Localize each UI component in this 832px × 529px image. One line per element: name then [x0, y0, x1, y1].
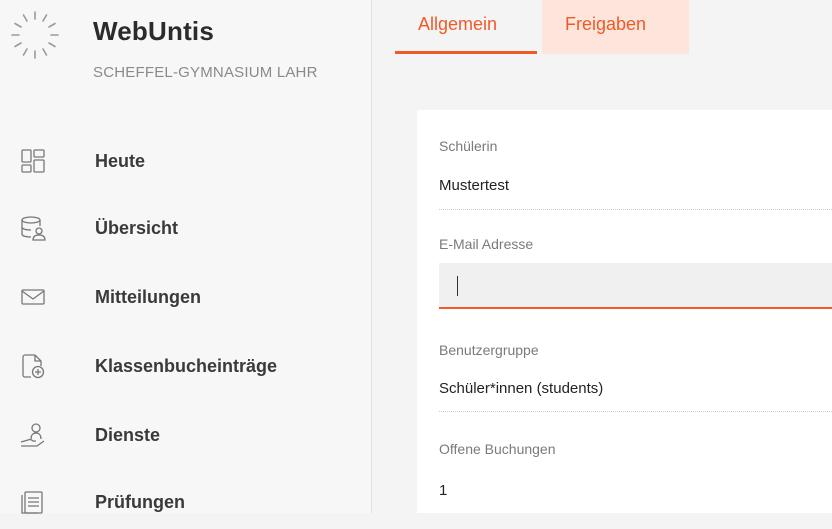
- text-caret: [457, 276, 458, 296]
- student-value: Mustertest: [439, 177, 510, 194]
- user-group-label: Benutzergruppe: [439, 342, 539, 358]
- sidebar-item-dienste[interactable]: Dienste: [0, 410, 372, 462]
- brand-header: WebUntis SCHEFFEL-GYMNASIUM LAHR: [0, 0, 372, 100]
- sidebar-item-label: Heute: [95, 151, 146, 171]
- sidebar-item-label: Dienste: [95, 425, 161, 445]
- envelope-icon: [21, 289, 45, 305]
- sidebar-item-label: Prüfungen: [95, 492, 185, 512]
- main-content: Allgemein Freigaben Schülerin Mustertest…: [373, 0, 832, 513]
- divider: [439, 209, 832, 210]
- sidebar-item-label: Übersicht: [95, 218, 179, 238]
- database-user-icon: [21, 216, 46, 241]
- sidebar-item-label: Mitteilungen: [95, 287, 201, 307]
- sidebar-item-pruefungen[interactable]: Prüfungen: [0, 477, 372, 529]
- app-title: WebUntis: [93, 16, 215, 46]
- sidebar-item-label: Klassenbucheinträge: [95, 356, 278, 376]
- document-add-icon: [22, 354, 45, 379]
- school-name: SCHEFFEL-GYMNASIUM LAHR: [93, 64, 318, 81]
- open-bookings-label: Offene Buchungen: [439, 441, 556, 457]
- open-bookings-value: 1: [439, 482, 448, 499]
- tab-freigaben[interactable]: Freigaben: [542, 0, 689, 54]
- sidebar: WebUntis SCHEFFEL-GYMNASIUM LAHR Heute Ü…: [0, 0, 372, 514]
- user-group-value: Schüler*innen (students): [439, 380, 604, 397]
- user-service-icon: [20, 423, 45, 447]
- webuntis-logo-icon: [11, 11, 59, 59]
- tab-bar: Allgemein Freigaben: [373, 0, 832, 54]
- sidebar-item-klassenbucheintraege[interactable]: Klassenbucheinträge: [0, 341, 372, 393]
- tab-allgemein[interactable]: Allgemein: [395, 0, 537, 54]
- profile-form-card: Schülerin Mustertest E-Mail Adresse Benu…: [417, 110, 832, 513]
- email-field[interactable]: [439, 263, 832, 309]
- student-label: Schülerin: [439, 138, 498, 154]
- exam-list-icon: [21, 491, 43, 514]
- sidebar-item-heute[interactable]: Heute: [0, 136, 372, 188]
- sidebar-item-uebersicht[interactable]: Übersicht: [0, 203, 372, 255]
- dashboard-icon: [21, 149, 45, 173]
- email-label: E-Mail Adresse: [439, 236, 534, 252]
- divider: [439, 411, 832, 412]
- sidebar-item-mitteilungen[interactable]: Mitteilungen: [0, 272, 372, 324]
